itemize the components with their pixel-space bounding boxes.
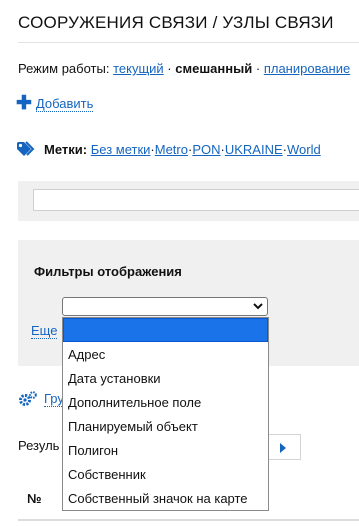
play-right-icon xyxy=(280,443,286,453)
dropdown-options-list: Адрес Дата установки Дополнительное поле… xyxy=(63,343,268,511)
mode-separator: · xyxy=(255,61,261,76)
mode-selector: Режим работы: текущий · смешанный · план… xyxy=(18,61,350,76)
tag-link-pon[interactable]: PON xyxy=(192,142,220,157)
chevron-down-icon xyxy=(253,303,263,310)
page-title: СООРУЖЕНИЯ СВЯЗИ / УЗЛЫ СВЯЗИ xyxy=(18,13,334,32)
mode-current-link[interactable]: текущий xyxy=(113,61,164,76)
tag-link-no-tag[interactable]: Без метки xyxy=(91,142,151,157)
grouping-control[interactable]: Гру xyxy=(18,391,64,407)
mode-planning-link[interactable]: планирование xyxy=(264,61,350,76)
grouping-label[interactable]: Гру xyxy=(44,391,64,407)
filters-title: Фильтры отображения xyxy=(34,264,182,279)
tags-icon xyxy=(17,141,35,156)
column-header-number: № xyxy=(27,491,42,506)
tags-bar: Метки: Без метки · Metro · PON · UKRAINE… xyxy=(16,141,321,157)
dropdown-option[interactable]: Полигон xyxy=(63,439,268,463)
title-divider xyxy=(18,42,359,43)
next-page-button[interactable] xyxy=(265,434,301,460)
add-button[interactable]: ✚ Добавить xyxy=(16,93,94,114)
more-filters-link[interactable]: Еще xyxy=(31,323,58,339)
gears-icon xyxy=(19,391,37,406)
table-header-divider xyxy=(18,519,359,521)
dropdown-option-empty[interactable] xyxy=(63,318,268,342)
filter-field-select[interactable] xyxy=(62,297,268,316)
more-filters-label[interactable]: Еще xyxy=(31,323,58,339)
dropdown-option[interactable]: Планируемый объект xyxy=(63,415,268,439)
add-label[interactable]: Добавить xyxy=(35,96,94,112)
tag-link-metro[interactable]: Metro xyxy=(155,142,188,157)
dropdown-option[interactable]: Дата установки xyxy=(63,367,268,391)
search-input[interactable] xyxy=(33,189,359,211)
tags-label: Метки: xyxy=(44,141,88,157)
mode-separator: · xyxy=(167,61,172,76)
dropdown-option[interactable]: Собственник xyxy=(63,463,268,487)
dropdown-option[interactable]: Собственный значок на карте xyxy=(63,487,268,511)
filter-field-dropdown: Адрес Дата установки Дополнительное поле… xyxy=(62,317,269,511)
mode-mixed-active: смешанный xyxy=(175,61,253,76)
dropdown-option[interactable]: Дополнительное поле xyxy=(63,391,268,415)
plus-icon: ✚ xyxy=(16,93,32,114)
mode-label: Режим работы: xyxy=(18,61,110,76)
tag-link-world[interactable]: World xyxy=(287,142,321,157)
results-label: Резуль xyxy=(18,438,60,453)
dropdown-option[interactable]: Адрес xyxy=(63,343,268,367)
tag-link-ukraine[interactable]: UKRAINE xyxy=(225,142,283,157)
